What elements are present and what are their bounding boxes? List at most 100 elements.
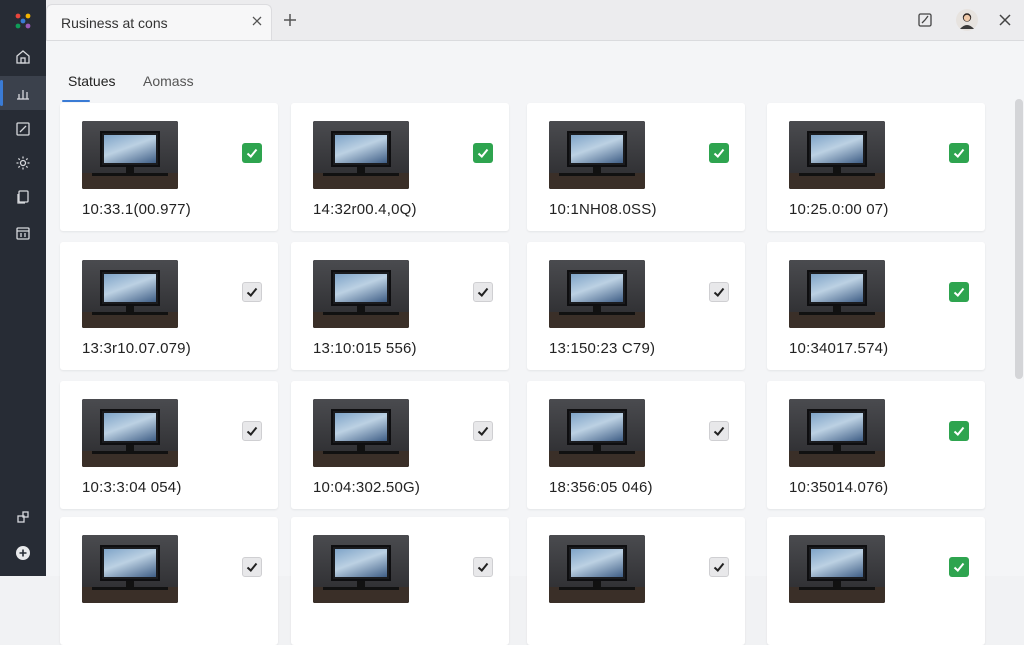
- edit-icon: [16, 122, 30, 136]
- tab-aomass[interactable]: Aomass: [143, 73, 194, 89]
- checkmark-icon: [477, 562, 489, 572]
- checkmark-icon: [477, 148, 489, 158]
- puzzle-icon: [17, 511, 29, 523]
- sidebar-item-extensions[interactable]: [0, 500, 46, 534]
- select-checkbox[interactable]: [949, 282, 969, 302]
- capture-thumbnail[interactable]: [313, 535, 409, 603]
- tab-statues[interactable]: Statues: [68, 73, 115, 89]
- document-icon: [17, 190, 29, 204]
- capture-card[interactable]: 13:3r10.07.079): [60, 242, 278, 370]
- checkmark-icon: [953, 287, 965, 297]
- capture-thumbnail[interactable]: [789, 535, 885, 603]
- select-checkbox[interactable]: [242, 143, 262, 163]
- checkmark-icon: [953, 148, 965, 158]
- capture-thumbnail[interactable]: [82, 260, 178, 328]
- capture-thumbnail[interactable]: [789, 399, 885, 467]
- capture-card[interactable]: 10:35014.076): [767, 381, 985, 509]
- sidebar-item-edit[interactable]: [0, 112, 46, 146]
- browser-tab[interactable]: Rusiness at cons: [46, 4, 272, 40]
- capture-timestamp: 10:1NH08.0SS): [549, 201, 657, 218]
- capture-card[interactable]: [527, 517, 745, 645]
- capture-thumbnail[interactable]: [549, 399, 645, 467]
- select-checkbox[interactable]: [473, 282, 493, 302]
- capture-timestamp: 10:34017.574): [789, 340, 889, 357]
- sidebar-item-documents[interactable]: [0, 180, 46, 214]
- capture-thumbnail[interactable]: [789, 260, 885, 328]
- capture-card[interactable]: 10:3:3:04 054): [60, 381, 278, 509]
- close-icon[interactable]: [251, 15, 263, 27]
- checkmark-icon: [953, 426, 965, 436]
- checkmark-icon: [713, 426, 725, 436]
- capture-timestamp: 13:150:23 C79): [549, 340, 656, 357]
- capture-timestamp: 13:3r10.07.079): [82, 340, 191, 357]
- capture-timestamp: 14:32r00.4,0Q): [313, 201, 417, 218]
- chart-icon: [17, 90, 29, 100]
- sidebar-item-chart[interactable]: [0, 76, 46, 110]
- capture-thumbnail[interactable]: [313, 260, 409, 328]
- capture-timestamp: 10:25.0:00 07): [789, 201, 889, 218]
- select-checkbox[interactable]: [949, 421, 969, 441]
- plus-icon[interactable]: [282, 12, 298, 28]
- scrollbar-thumb[interactable]: [1015, 99, 1023, 379]
- select-checkbox[interactable]: [473, 143, 493, 163]
- sidebar-item-add[interactable]: [0, 536, 46, 570]
- checkmark-icon: [953, 562, 965, 572]
- tab-title: Rusiness at cons: [61, 15, 168, 31]
- sidebar-item-calendar[interactable]: [0, 216, 46, 250]
- sidebar-item-settings[interactable]: [0, 146, 46, 180]
- capture-thumbnail[interactable]: [82, 399, 178, 467]
- avatar[interactable]: [956, 9, 978, 31]
- select-checkbox[interactable]: [473, 557, 493, 577]
- sidebar-item-home[interactable]: [0, 40, 46, 74]
- app-logo[interactable]: [12, 10, 34, 32]
- select-checkbox[interactable]: [473, 421, 493, 441]
- checkmark-icon: [246, 562, 258, 572]
- capture-thumbnail[interactable]: [82, 535, 178, 603]
- checkmark-icon: [713, 148, 725, 158]
- select-checkbox[interactable]: [709, 143, 729, 163]
- capture-card[interactable]: 10:25.0:00 07): [767, 103, 985, 231]
- capture-card[interactable]: 14:32r00.4,0Q): [291, 103, 509, 231]
- capture-card[interactable]: 13:150:23 C79): [527, 242, 745, 370]
- select-checkbox[interactable]: [242, 282, 262, 302]
- checkmark-icon: [477, 287, 489, 297]
- checkmark-icon: [246, 148, 258, 158]
- capture-timestamp: 10:3:3:04 054): [82, 479, 182, 496]
- select-checkbox[interactable]: [709, 557, 729, 577]
- capture-card[interactable]: 10:33.1(00.977): [60, 103, 278, 231]
- capture-card[interactable]: 10:34017.574): [767, 242, 985, 370]
- capture-card[interactable]: [291, 517, 509, 645]
- edit-note-icon[interactable]: [916, 11, 934, 29]
- capture-thumbnail[interactable]: [549, 535, 645, 603]
- close-icon[interactable]: [996, 11, 1014, 29]
- settings-icon: [16, 156, 30, 170]
- checkmark-icon: [713, 287, 725, 297]
- select-checkbox[interactable]: [242, 557, 262, 577]
- capture-thumbnail[interactable]: [313, 121, 409, 189]
- capture-thumbnail[interactable]: [313, 399, 409, 467]
- capture-card[interactable]: 10:04:302.50G): [291, 381, 509, 509]
- checkmark-icon: [713, 562, 725, 572]
- select-checkbox[interactable]: [709, 282, 729, 302]
- capture-timestamp: 10:33.1(00.977): [82, 201, 191, 218]
- capture-thumbnail[interactable]: [549, 121, 645, 189]
- capture-thumbnail[interactable]: [82, 121, 178, 189]
- select-checkbox[interactable]: [949, 143, 969, 163]
- active-tab-indicator: [62, 100, 90, 102]
- capture-thumbnail[interactable]: [789, 121, 885, 189]
- select-checkbox[interactable]: [709, 421, 729, 441]
- capture-timestamp: 18:356:05 046): [549, 479, 653, 496]
- capture-card[interactable]: [60, 517, 278, 645]
- select-checkbox[interactable]: [949, 557, 969, 577]
- home-icon: [16, 50, 30, 64]
- add-icon: [16, 546, 30, 560]
- capture-card[interactable]: 18:356:05 046): [527, 381, 745, 509]
- calendar-icon: [16, 227, 30, 240]
- capture-card[interactable]: [767, 517, 985, 645]
- capture-card[interactable]: 10:1NH08.0SS): [527, 103, 745, 231]
- capture-card[interactable]: 13:10:015 556): [291, 242, 509, 370]
- capture-timestamp: 10:04:302.50G): [313, 479, 421, 496]
- capture-timestamp: 10:35014.076): [789, 479, 889, 496]
- select-checkbox[interactable]: [242, 421, 262, 441]
- capture-thumbnail[interactable]: [549, 260, 645, 328]
